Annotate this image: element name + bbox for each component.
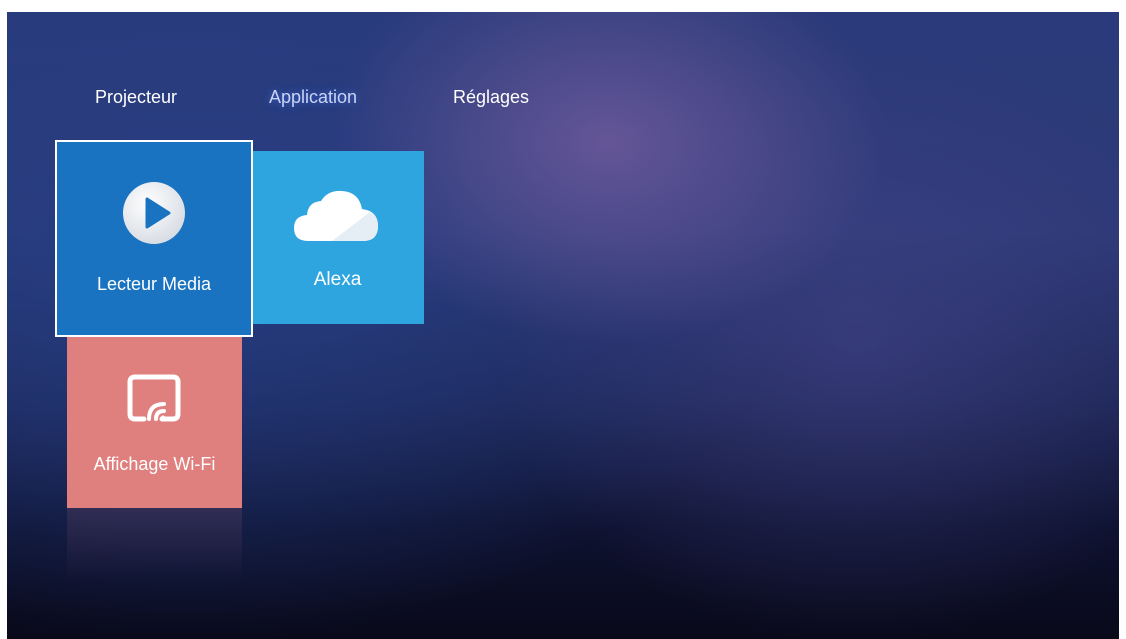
app-tile-label: Affichage Wi-Fi [93,454,216,474]
cloud-icon [294,190,378,241]
play-icon [123,182,185,244]
app-tile-lecteur-media[interactable]: Lecteur Media [55,140,253,337]
app-tile-alexa[interactable]: Alexa [251,151,424,324]
app-tile-affichage-wifi[interactable]: Affichage Wi-Fi [67,337,242,508]
cast-icon [127,374,181,422]
tab-reglages[interactable]: Réglages [453,85,529,109]
app-tile-label: Alexa [313,269,362,290]
tile-reflection [67,508,242,583]
tab-application[interactable]: Application [252,81,374,113]
app-tile-label: Lecteur Media [96,274,212,294]
launcher-screen: Projecteur Application Réglages Lecteur … [7,12,1119,639]
tab-projecteur[interactable]: Projecteur [95,85,177,109]
